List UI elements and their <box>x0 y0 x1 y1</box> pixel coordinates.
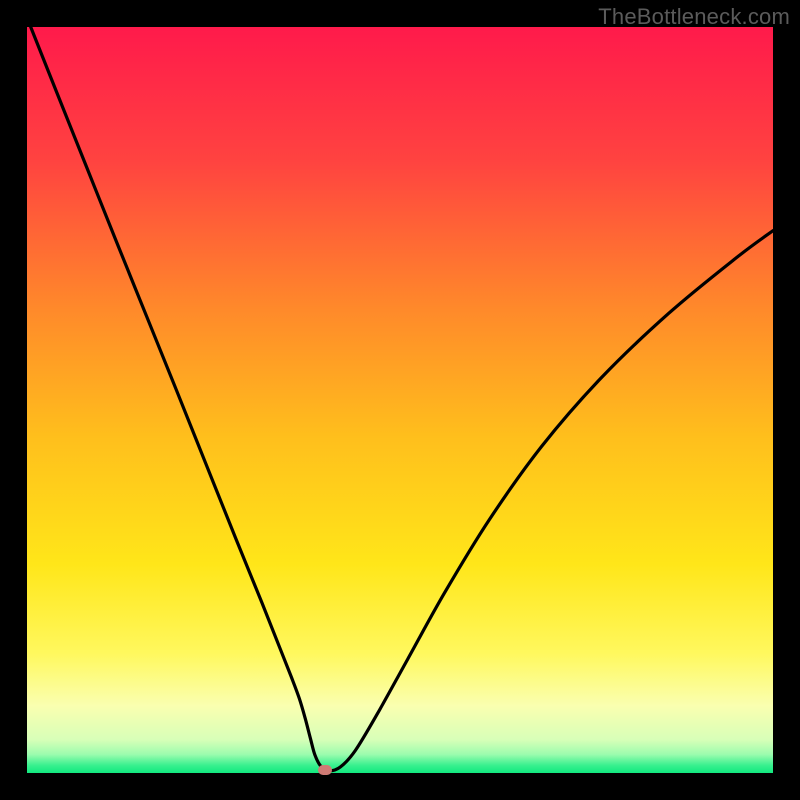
optimal-point-marker <box>318 765 332 775</box>
watermark-text: TheBottleneck.com <box>598 4 790 30</box>
plot-area <box>27 27 773 773</box>
chart-frame: TheBottleneck.com <box>0 0 800 800</box>
curve-layer <box>27 27 773 773</box>
bottleneck-curve <box>31 27 773 771</box>
